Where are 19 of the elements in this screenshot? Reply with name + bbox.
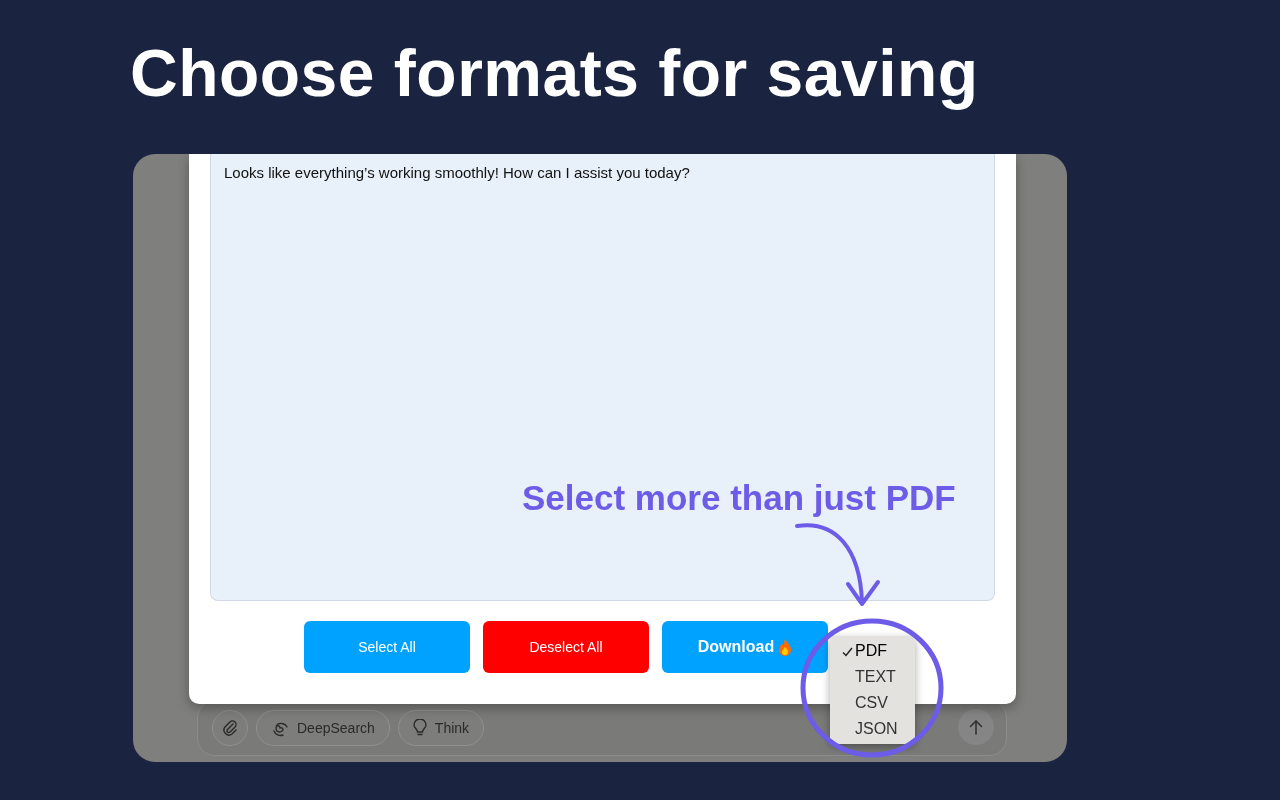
think-button[interactable]: Think: [397, 710, 485, 746]
chat-message: Looks like everything’s working smoothly! How can I assist you today?: [224, 163, 691, 183]
deselect-all-button[interactable]: Deselect All: [483, 621, 649, 673]
annotation-text: Select more than just PDF: [522, 477, 956, 519]
menu-item[interactable]: CSV: [830, 690, 915, 716]
arrow-up-icon: [969, 719, 983, 735]
headline: Choose formats for saving: [130, 35, 979, 112]
send-button[interactable]: [958, 709, 994, 745]
select-all-button[interactable]: Select All: [304, 621, 470, 673]
lightbulb-icon: [412, 719, 427, 737]
flame-icon: [778, 638, 793, 656]
menu-item[interactable]: JSON: [830, 716, 915, 742]
deepsearch-button[interactable]: DeepSearch: [256, 710, 390, 746]
checkmark-icon: [842, 646, 853, 657]
paperclip-icon: [222, 719, 238, 737]
download-button[interactable]: Download: [662, 621, 828, 673]
attach-button[interactable]: [212, 710, 248, 746]
menu-item[interactable]: TEXT: [830, 664, 915, 690]
menu-item[interactable]: PDF: [830, 638, 915, 664]
